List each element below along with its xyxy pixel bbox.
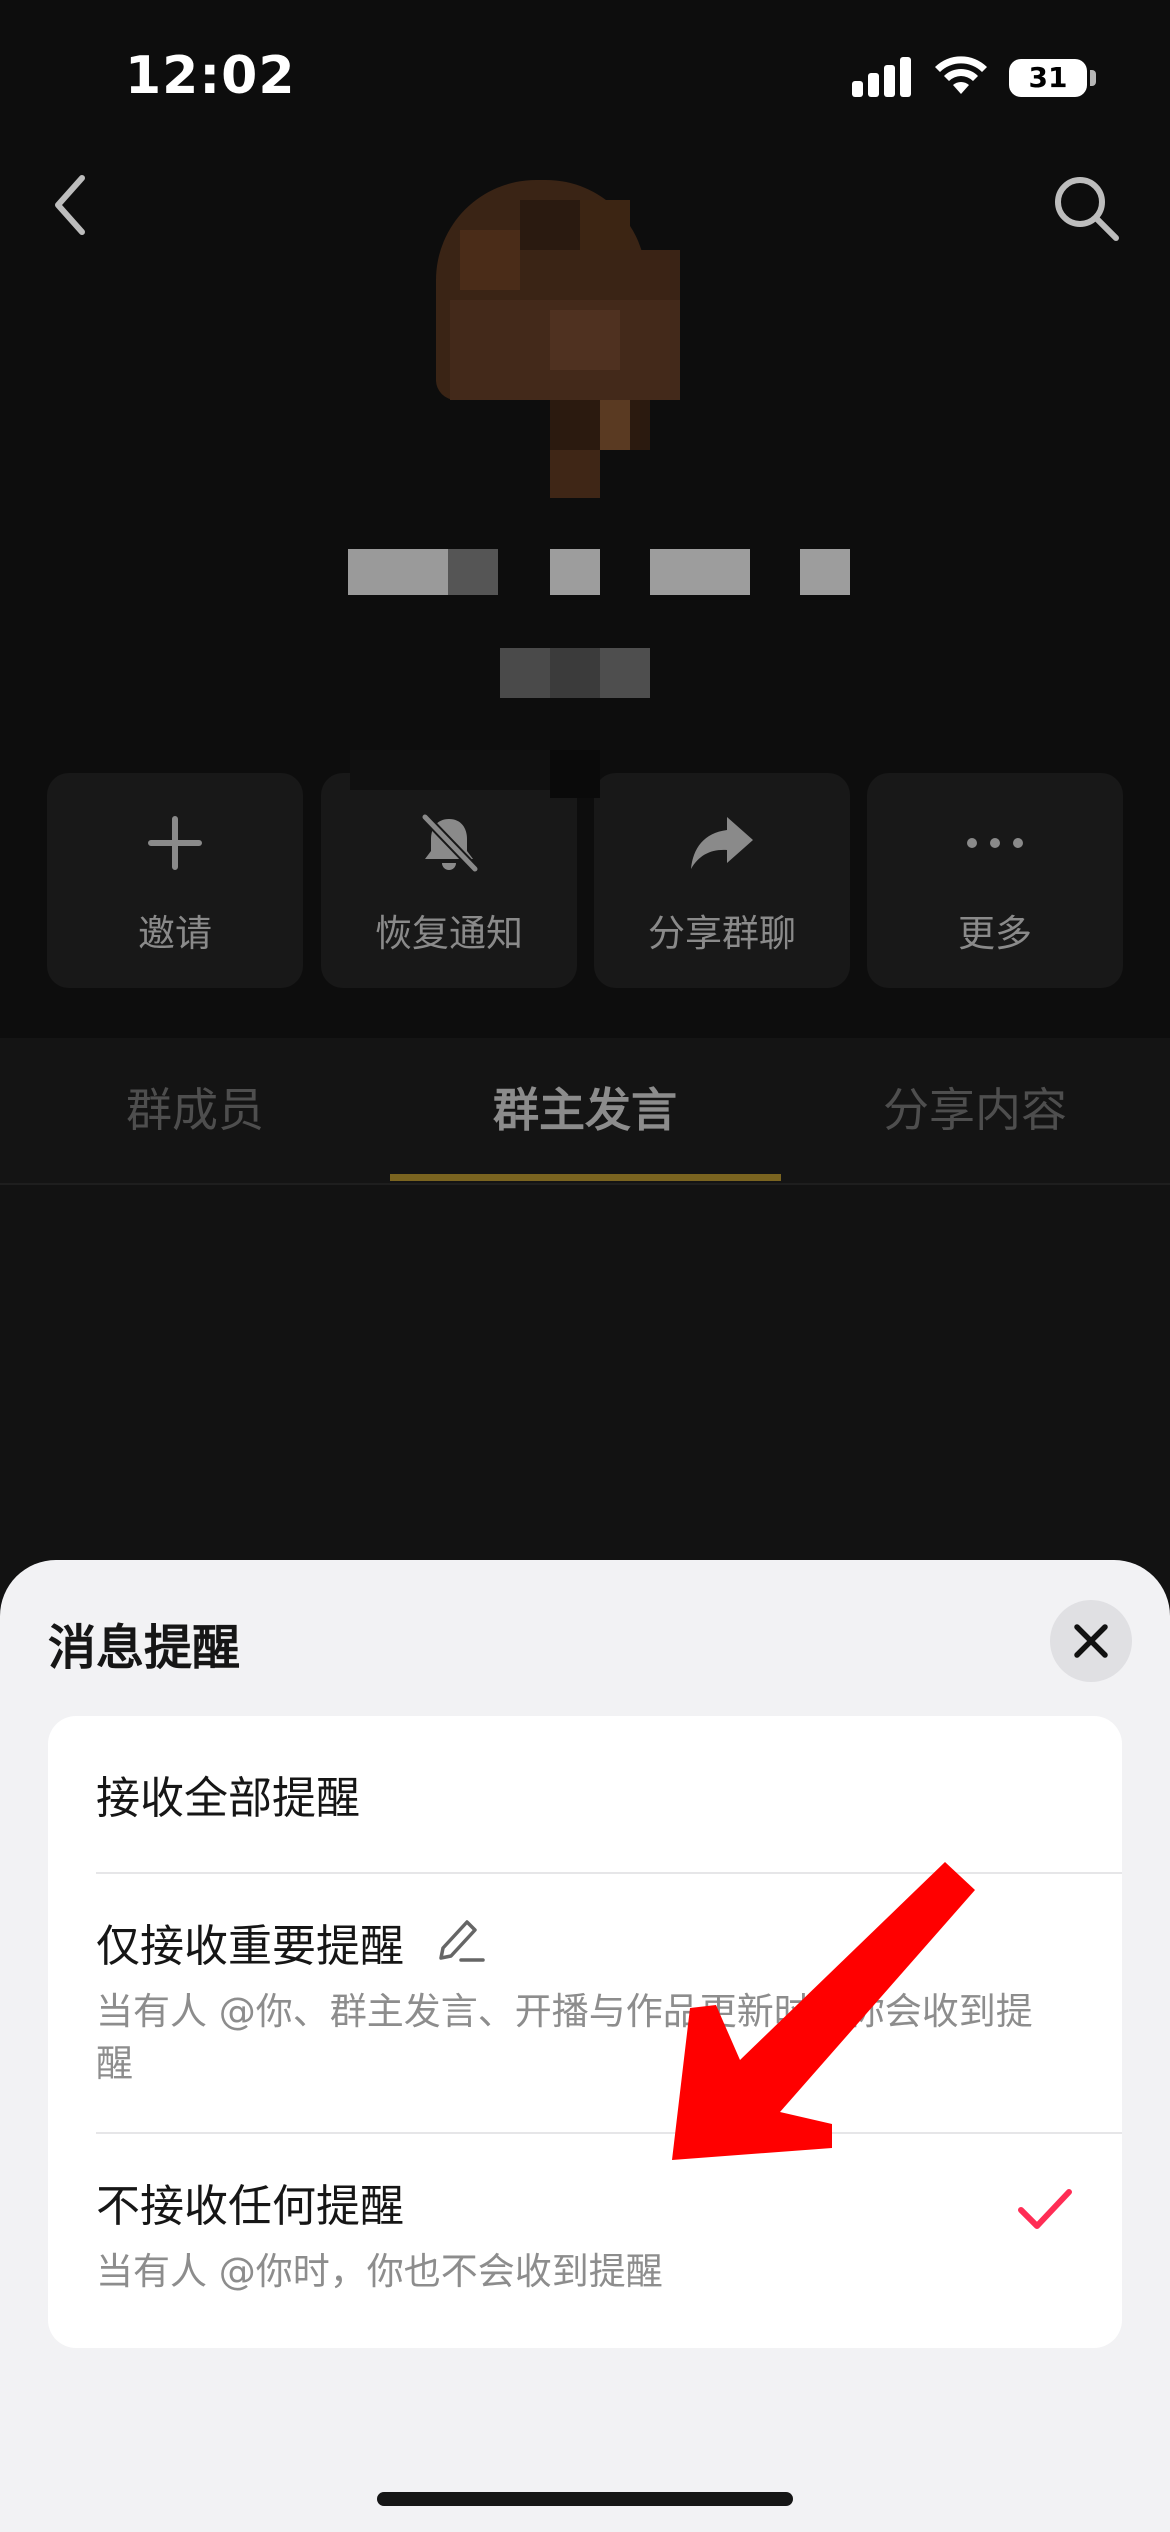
tab-shared-content[interactable]: 分享内容 [780,1074,1170,1140]
option-description: 当有人 @你时，你也不会收到提醒 [96,2250,663,2293]
option-description: 当有人 @你、群主发言、开播与作品更新时，你会收到提醒 [96,1990,1033,2085]
options-card: 接收全部提醒 仅接收重要提醒 当有人 @你、群主发言、开播与作品更新时，你会收到… [48,1716,1122,2348]
invite-button[interactable]: 邀请 [47,773,303,988]
group-avatar[interactable] [430,180,750,500]
tab-owner-posts[interactable]: 群主发言 [390,1074,780,1140]
chevron-left-icon[interactable] [46,170,96,240]
battery-icon: 31 [1009,59,1087,97]
option-receive-all[interactable]: 接收全部提醒 [48,1716,1122,1874]
option-title: 接收全部提醒 [96,1773,360,1824]
signal-icon [852,57,912,97]
redacted-block [350,750,700,798]
share-group-label: 分享群聊 [648,912,796,955]
share-arrow-icon [691,817,753,869]
option-title: 仅接收重要提醒 [96,1921,404,1972]
active-tab-indicator [390,1174,781,1181]
restore-notification-button[interactable]: 恢复通知 [321,773,577,988]
restore-notification-label: 恢复通知 [375,912,523,955]
more-button[interactable]: 更多 [867,773,1123,988]
tab-members[interactable]: 群成员 [0,1074,390,1140]
close-icon [1074,1624,1108,1658]
notification-sheet: 消息提醒 接收全部提醒 仅接收重要提醒 当有人 @你、群主发言、开播与作品更新时… [0,1560,1170,2532]
invite-label: 邀请 [138,912,212,955]
checkmark-icon [1018,2189,1072,2229]
sheet-title: 消息提醒 [48,1620,241,1676]
edit-pencil-icon[interactable] [433,1914,487,1966]
battery-tip [1090,70,1096,86]
status-time: 12:02 [125,46,296,106]
option-important-only[interactable]: 仅接收重要提醒 当有人 @你、群主发言、开播与作品更新时，你会收到提醒 [48,1874,1122,2134]
more-label: 更多 [958,912,1032,955]
home-indicator[interactable] [377,2492,793,2506]
wifi-icon [935,56,987,94]
search-icon[interactable] [1050,172,1122,244]
group-name-redacted [338,545,858,601]
more-dots-icon [967,838,1023,848]
action-bar: 邀请 恢复通知 分享群聊 更多 [47,773,1123,988]
bell-off-icon [421,813,479,873]
option-title: 不接收任何提醒 [96,2181,404,2232]
close-button[interactable] [1050,1600,1132,1682]
option-none[interactable]: 不接收任何提醒 当有人 @你时，你也不会收到提醒 [48,2134,1122,2348]
share-group-button[interactable]: 分享群聊 [594,773,850,988]
group-subtitle-redacted [500,648,650,700]
status-bar: 12:02 31 [0,0,1170,150]
plus-icon [148,816,202,870]
tab-bar: 群成员 群主发言 分享内容 [0,1038,1170,1185]
